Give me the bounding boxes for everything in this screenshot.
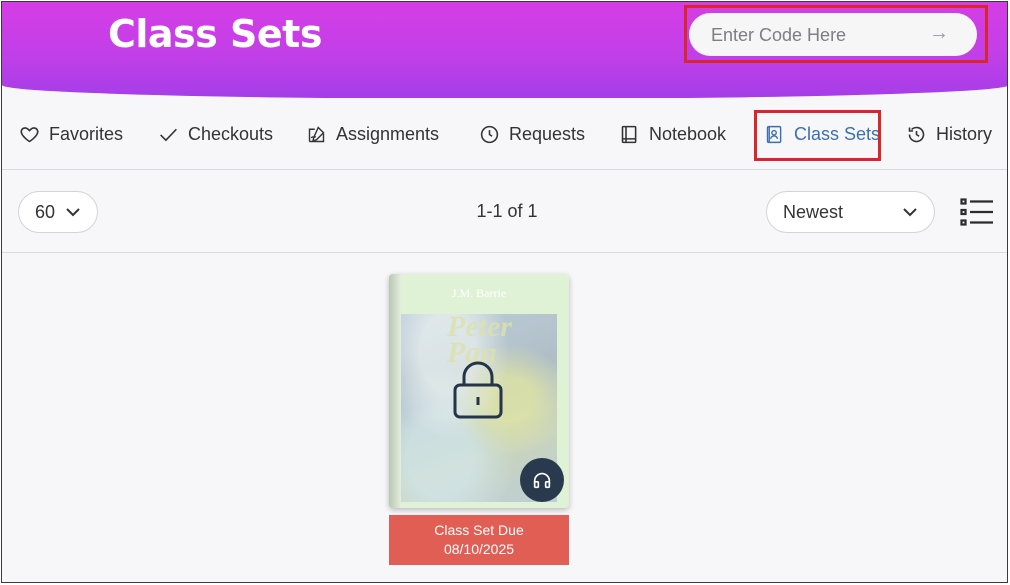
chevron-down-icon bbox=[66, 208, 80, 217]
chevron-down-icon bbox=[903, 208, 917, 217]
clock-icon bbox=[480, 125, 499, 143]
tab-favorites[interactable]: Favorites bbox=[19, 98, 123, 170]
notebook-icon bbox=[621, 125, 637, 143]
tab-label: History bbox=[936, 123, 993, 144]
assignment-icon bbox=[308, 125, 325, 142]
results-toolbar: 60 1-1 of 1 Newest bbox=[2, 170, 1007, 253]
page-title: Class Sets bbox=[108, 12, 322, 56]
due-date: 08/10/2025 bbox=[443, 541, 515, 557]
cover-bottom-band bbox=[401, 502, 557, 508]
audiobook-badge bbox=[520, 458, 564, 502]
code-input-highlight-box bbox=[684, 5, 988, 63]
page-size-select[interactable]: 60 bbox=[18, 191, 98, 233]
tab-requests[interactable]: Requests bbox=[479, 98, 585, 170]
due-label: Class Set Due bbox=[434, 522, 524, 538]
class-sets-highlight-box bbox=[754, 110, 881, 161]
sort-select[interactable]: Newest bbox=[766, 191, 935, 233]
results-count: 1-1 of 1 bbox=[476, 201, 538, 221]
lock-icon bbox=[453, 361, 503, 419]
headphones-icon bbox=[533, 472, 551, 489]
check-icon bbox=[160, 128, 177, 141]
sort-value: Newest bbox=[783, 202, 844, 222]
due-date-banner: Class Set Due 08/10/2025 bbox=[389, 515, 569, 565]
book-spine bbox=[389, 274, 401, 508]
tab-notebook[interactable]: Notebook bbox=[619, 98, 726, 170]
history-icon bbox=[908, 126, 925, 142]
list-view-icon[interactable] bbox=[960, 197, 994, 227]
cover-author: J.M. Barrie bbox=[451, 286, 507, 300]
tab-label: Requests bbox=[509, 123, 586, 144]
heart-icon bbox=[20, 126, 39, 142]
tab-checkouts[interactable]: Checkouts bbox=[158, 98, 273, 170]
tab-label: Favorites bbox=[49, 123, 124, 144]
tab-label: Checkouts bbox=[188, 123, 274, 144]
tab-label: Assignments bbox=[336, 123, 440, 144]
page-size-value: 60 bbox=[35, 201, 56, 222]
tab-label: Notebook bbox=[649, 123, 727, 144]
tab-history[interactable]: History bbox=[906, 98, 992, 170]
tab-assignments[interactable]: Assignments bbox=[306, 98, 439, 170]
app-window: Class Sets Enter Code Here → Favorites C… bbox=[1, 1, 1008, 583]
